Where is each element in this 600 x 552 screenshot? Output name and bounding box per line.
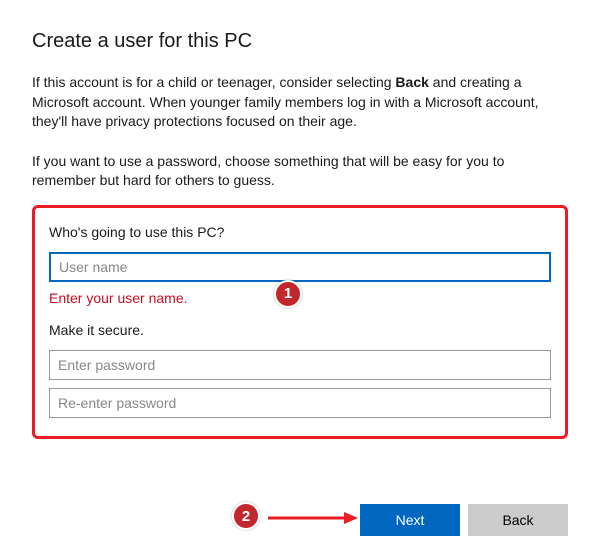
arrow-icon <box>268 512 358 524</box>
page-title: Create a user for this PC <box>32 30 568 53</box>
password-input[interactable] <box>49 350 551 380</box>
next-button[interactable]: Next <box>360 504 460 536</box>
back-button[interactable]: Back <box>468 504 568 536</box>
password-hint-text: If you want to use a password, choose so… <box>32 152 568 191</box>
confirm-password-input[interactable] <box>49 388 551 418</box>
intro-back-bold: Back <box>395 74 428 90</box>
button-row: Next Back <box>360 504 568 536</box>
annotation-badge-1: 1 <box>274 280 302 308</box>
username-input[interactable] <box>49 252 551 282</box>
form-callout-box: Who's going to use this PC? Enter your u… <box>32 205 568 439</box>
username-error: Enter your user name. <box>49 290 188 306</box>
who-label: Who's going to use this PC? <box>49 224 551 240</box>
annotation-badge-2: 2 <box>232 502 260 530</box>
secure-label: Make it secure. <box>49 322 551 338</box>
intro-text: If this account is for a child or teenag… <box>32 73 568 132</box>
intro-prefix: If this account is for a child or teenag… <box>32 74 395 90</box>
